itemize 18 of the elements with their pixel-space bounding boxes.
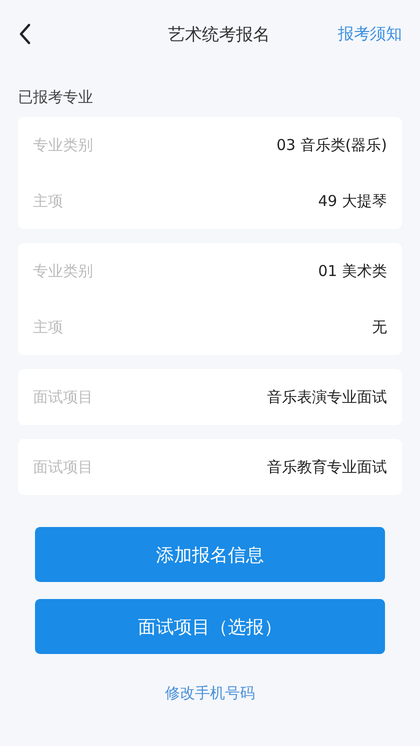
field-value: 01 美术类 [318, 262, 387, 280]
field-label: 面试项目 [33, 388, 93, 406]
field-value: 49 大提琴 [318, 192, 387, 210]
field-label: 主项 [33, 318, 63, 336]
field-value: 无 [372, 318, 387, 336]
field-label: 专业类别 [33, 262, 93, 280]
action-button[interactable]: 添加报名信息 [35, 527, 385, 582]
field-value: 音乐表演专业面试 [267, 388, 387, 406]
field-value: 03 音乐类(器乐) [276, 136, 387, 154]
page-title: 艺术统考报名 [167, 24, 271, 46]
field-label: 专业类别 [33, 136, 93, 154]
field-label: 主项 [33, 192, 63, 210]
action-button[interactable]: 面试项目（选报） [35, 599, 385, 654]
notice-link[interactable]: 报考须知 [338, 24, 402, 44]
field-value: 音乐教育专业面试 [267, 458, 387, 476]
section-title: 已报考专业 [17, 87, 94, 108]
change-phone-link[interactable]: 修改手机号码 [165, 684, 255, 703]
field-label: 面试项目 [33, 458, 93, 476]
